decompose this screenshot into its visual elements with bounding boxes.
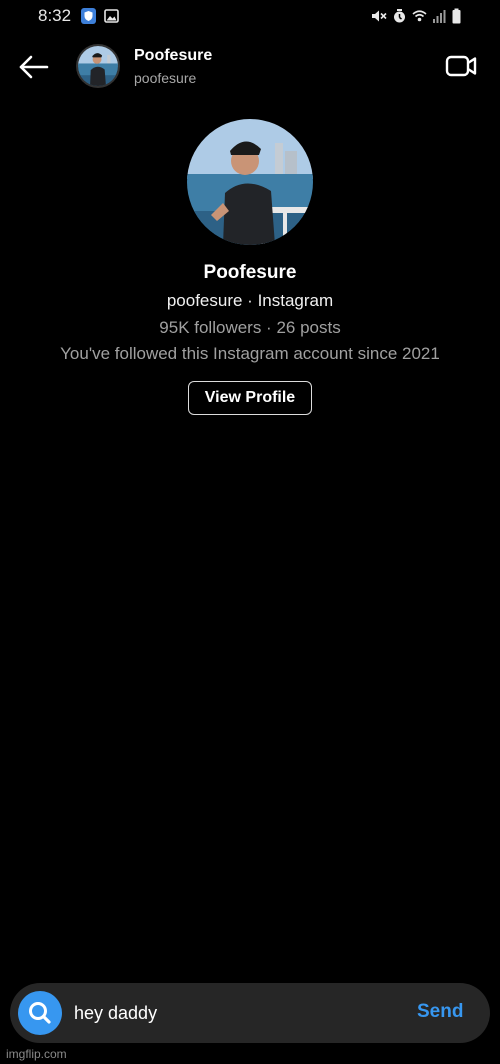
follow-since-text: You've followed this Instagram account s… [60, 344, 440, 363]
avatar-photo [78, 46, 118, 86]
profile-subtitle: poofesure · Instagram [166, 291, 334, 310]
send-button[interactable]: Send [417, 1001, 463, 1023]
gallery-icon [104, 9, 119, 23]
search-icon [29, 1002, 51, 1024]
status-time: 8:32 [38, 6, 72, 25]
view-profile-button[interactable]: View Profile [188, 381, 312, 415]
chat-header: Poofesure poofesure [0, 36, 500, 98]
status-bar: 8:32 [0, 0, 500, 32]
alarm-icon [394, 9, 405, 23]
profile-stats: 95K followers · 26 posts [159, 318, 341, 337]
profile-avatar[interactable] [187, 119, 313, 245]
video-camera-icon[interactable] [444, 52, 478, 80]
dm-screen: 8:32 Poofesure poofesure Poofesure poofe… [0, 0, 500, 1064]
battery-icon [452, 8, 461, 24]
shield-icon [81, 8, 96, 24]
profile-name: Poofesure [203, 262, 297, 283]
search-button[interactable] [18, 991, 62, 1035]
header-name[interactable]: Poofesure [134, 47, 212, 65]
header-handle[interactable]: poofesure [134, 70, 196, 86]
message-composer: Send [10, 983, 490, 1043]
signal-icon [433, 10, 446, 23]
header-avatar[interactable] [76, 44, 120, 88]
wifi-icon [412, 10, 427, 22]
back-arrow-icon[interactable] [16, 52, 52, 82]
mute-icon [372, 10, 387, 22]
profile-photo [187, 119, 313, 245]
message-input[interactable] [74, 999, 394, 1027]
watermark: imgflip.com [6, 1047, 67, 1061]
